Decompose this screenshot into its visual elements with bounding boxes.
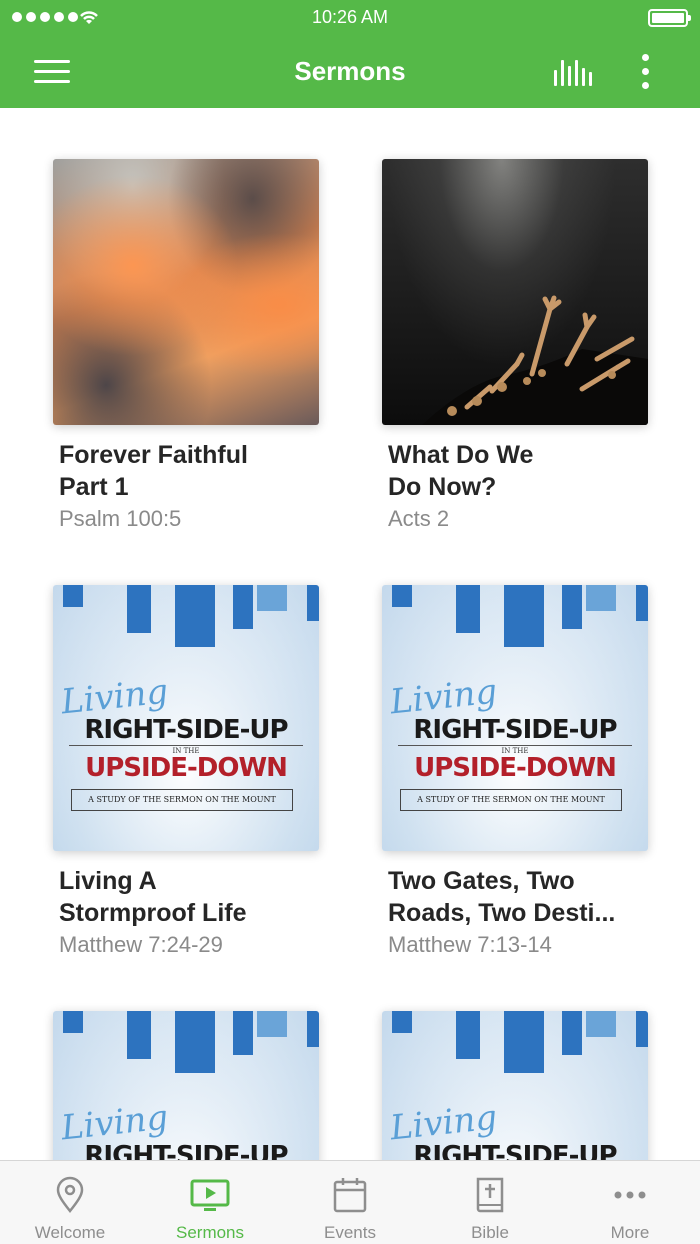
calendar-icon <box>333 1178 367 1213</box>
tab-events[interactable]: Events <box>280 1161 420 1244</box>
tab-bible[interactable]: Bible <box>420 1161 560 1244</box>
sermon-grid: Forever Faithful Part 1 Psalm 100:5 What… <box>0 108 700 1160</box>
sermon-scripture: Psalm 100:5 <box>59 506 182 531</box>
tab-label: Sermons <box>175 1223 245 1242</box>
tab-label: More <box>610 1223 650 1242</box>
sermon-artwork-living-right-side-up: Living RIGHT-SIDE-UP IN THE UPSIDE-DOWN … <box>382 585 648 851</box>
sermon-card[interactable]: Living RIGHT-SIDE-UP IN THE UPSIDE-DOWN … <box>53 1011 319 1160</box>
more-dots-icon <box>614 1191 646 1199</box>
sermon-card[interactable]: Living RIGHT-SIDE-UP IN THE UPSIDE-DOWN … <box>382 585 648 959</box>
sermon-card[interactable]: What Do We Do Now? Acts 2 <box>382 159 648 533</box>
status-bar: 10:26 AM <box>0 0 700 36</box>
audio-bars-icon <box>554 70 557 86</box>
sermon-title: Two Gates, Two Roads, Two Desti... <box>388 867 616 927</box>
sermon-artwork-clouds <box>53 159 319 425</box>
map-pin-icon <box>56 1176 84 1214</box>
tab-more[interactable]: More <box>560 1161 700 1244</box>
sermon-artwork-living-right-side-up: Living RIGHT-SIDE-UP IN THE UPSIDE-DOWN … <box>53 585 319 851</box>
kebab-icon <box>642 54 649 61</box>
sermon-card[interactable]: Living RIGHT-SIDE-UP IN THE UPSIDE-DOWN … <box>53 585 319 959</box>
sermon-card[interactable]: Forever Faithful Part 1 Psalm 100:5 <box>53 159 319 533</box>
audio-bars-button[interactable] <box>548 54 596 90</box>
tab-label: Welcome <box>34 1223 106 1242</box>
status-time: 10:26 AM <box>311 7 389 27</box>
sermon-title: What Do We Do Now? <box>388 441 534 501</box>
nav-bar: Sermons <box>0 36 700 108</box>
sermon-title: Forever Faithful Part 1 <box>59 441 248 501</box>
tab-label: Bible <box>471 1223 509 1242</box>
sermon-artwork-living-right-side-up: Living RIGHT-SIDE-UP IN THE UPSIDE-DOWN … <box>53 1011 319 1160</box>
bible-icon <box>476 1177 504 1213</box>
tab-sermons[interactable]: Sermons <box>140 1161 280 1244</box>
sermon-title: Living A Stormproof Life <box>59 867 247 927</box>
tab-label: Events <box>324 1223 376 1242</box>
sermon-scripture: Matthew 7:13-14 <box>388 932 552 957</box>
sermon-artwork-raised-hands <box>382 159 648 425</box>
sermon-artwork-living-right-side-up: Living RIGHT-SIDE-UP IN THE UPSIDE-DOWN … <box>382 1011 648 1160</box>
tab-welcome[interactable]: Welcome <box>0 1161 140 1244</box>
tab-bar: Welcome Sermons Events Bible More <box>0 1160 700 1244</box>
sermon-scripture: Acts 2 <box>388 506 450 531</box>
overflow-menu-button[interactable] <box>630 52 662 92</box>
sermon-card[interactable]: Living RIGHT-SIDE-UP IN THE UPSIDE-DOWN … <box>382 1011 648 1160</box>
battery-icon <box>648 9 691 27</box>
tv-play-icon <box>190 1179 230 1211</box>
app-header: 10:26 AM Sermons <box>0 0 700 108</box>
sermon-scripture: Matthew 7:24-29 <box>59 932 223 957</box>
